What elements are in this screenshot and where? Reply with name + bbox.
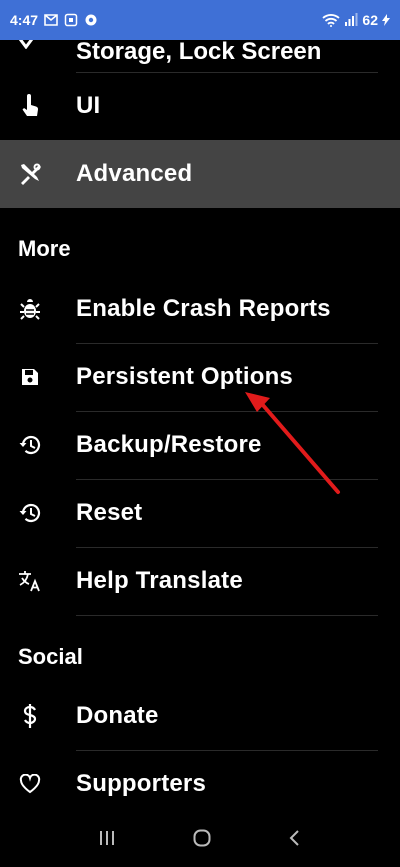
app-notification-icon <box>84 13 98 27</box>
gmail-icon <box>44 14 58 26</box>
history-icon <box>18 501 42 525</box>
menu-item-enable-crash-reports[interactable]: Enable Crash Reports <box>0 275 400 343</box>
menu-item-label: Backup/Restore <box>76 431 262 458</box>
menu-item-help-translate[interactable]: Help Translate <box>0 547 400 615</box>
heart-icon <box>18 772 42 796</box>
menu-item-ui[interactable]: UI <box>0 72 400 140</box>
menu-item-label: Enable Crash Reports <box>76 295 331 322</box>
menu-item-supporters[interactable]: Supporters <box>0 750 400 818</box>
recents-button[interactable] <box>98 829 116 852</box>
screenshot-icon <box>64 13 78 27</box>
touch-icon <box>18 94 42 118</box>
menu-item-persistent-options[interactable]: Persistent Options <box>0 343 400 411</box>
section-title-more: More <box>18 236 71 261</box>
menu-item-label: UI <box>76 92 101 119</box>
menu-item-storage-lock-screen[interactable]: Storage, Lock Screen <box>0 40 400 72</box>
dollar-icon <box>18 704 42 728</box>
tools-icon <box>18 162 42 186</box>
section-title-social: Social <box>18 644 83 669</box>
wifi-icon <box>322 13 341 27</box>
menu-item-advanced[interactable]: Advanced <box>0 140 400 208</box>
translate-icon <box>18 569 42 593</box>
history-icon <box>18 433 42 457</box>
status-time: 4:47 <box>10 12 39 28</box>
back-button[interactable] <box>288 829 302 852</box>
menu-item-reset[interactable]: Reset <box>0 479 400 547</box>
menu-item-label: Advanced <box>76 160 193 187</box>
divider <box>76 615 378 616</box>
home-button[interactable] <box>192 828 212 853</box>
menu-item-label: Supporters <box>76 770 207 797</box>
menu-item-donate[interactable]: Donate <box>0 682 400 750</box>
signal-icon <box>344 13 358 27</box>
menu-item-label: Persistent Options <box>76 363 293 390</box>
menu-item-label: Donate <box>76 702 159 729</box>
navigation-bar <box>0 813 400 867</box>
menu-item-label: Reset <box>76 499 143 526</box>
menu-item-backup-restore[interactable]: Backup/Restore <box>0 411 400 479</box>
status-bar: 4:47 62 <box>0 0 400 40</box>
partial-icon <box>18 40 44 54</box>
battery-percent: 62 <box>362 12 378 28</box>
save-icon <box>18 365 42 389</box>
menu-item-label: Storage, Lock Screen <box>76 40 322 65</box>
charging-icon <box>382 14 390 26</box>
bug-icon <box>18 297 42 321</box>
menu-item-label: Help Translate <box>76 567 243 594</box>
